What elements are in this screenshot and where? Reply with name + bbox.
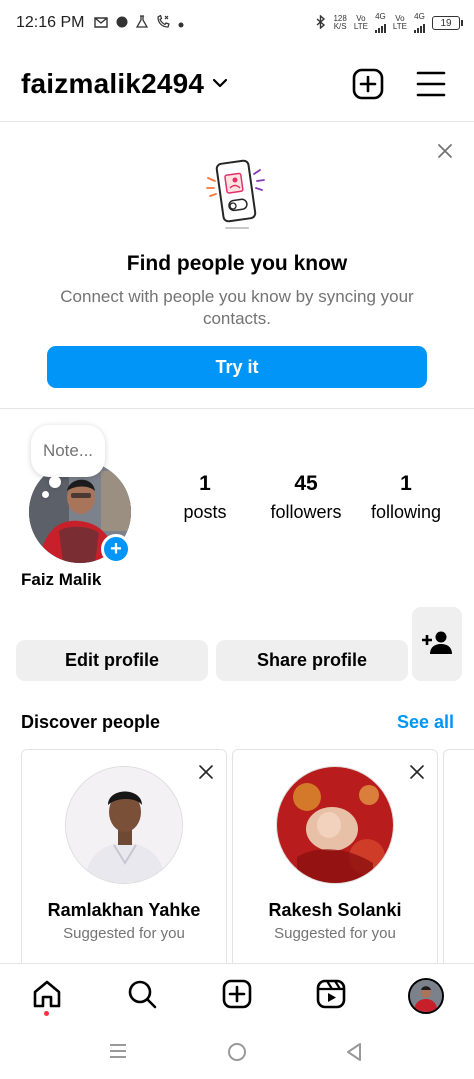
find-people-title: Find people you know <box>126 252 348 275</box>
discover-people-toggle-button[interactable] <box>412 607 462 681</box>
battery-icon: 19 <box>432 16 463 30</box>
stat-posts[interactable]: 1 posts <box>181 472 229 523</box>
home-icon <box>32 979 62 1014</box>
suggestion-avatar[interactable] <box>65 766 183 884</box>
chevron-down-icon[interactable] <box>212 76 228 94</box>
sim2-volte-bottom: LTE <box>392 22 407 31</box>
missed-call-icon <box>156 14 171 31</box>
suggestion-subtitle: Suggested for you <box>274 925 396 942</box>
app-notification-icon <box>116 16 128 31</box>
signal-bars-icon <box>374 21 386 33</box>
stat-following[interactable]: 1 following <box>363 472 449 523</box>
reels-tab[interactable] <box>313 978 349 1014</box>
find-people-subtitle: Connect with people you know by syncing … <box>60 287 414 328</box>
suggestion-card[interactable]: Rakesh Solanki Suggested for you <box>232 749 438 969</box>
bottom-tab-bar <box>0 963 474 1027</box>
share-profile-button[interactable]: Share profile <box>216 640 408 681</box>
see-all-link[interactable]: See all <box>397 712 454 733</box>
reels-icon <box>316 979 346 1014</box>
new-post-icon[interactable] <box>352 68 384 105</box>
dismiss-suggestion-icon[interactable] <box>409 764 425 785</box>
status-bar: 12:16 PM 128 K/S Vo LTE 4G Vo LTE 4G 19 <box>0 0 474 46</box>
note-placeholder: Note... <box>42 441 94 460</box>
suggestion-name[interactable]: Rakesh Solanki <box>233 900 437 921</box>
network-speed: 128 K/S <box>333 15 346 31</box>
close-icon[interactable] <box>436 142 454 165</box>
sim1-volte-bottom: LTE <box>353 22 368 31</box>
stat-posts-label: posts <box>183 502 227 522</box>
sim2-network-type: 4G <box>414 12 425 21</box>
sim1-signal: 4G <box>374 12 386 33</box>
stat-followers-label: followers <box>270 502 342 522</box>
suggestion-name[interactable]: Ramlakhan Yahke <box>22 900 226 921</box>
stat-posts-value: 1 <box>199 472 211 495</box>
create-tab[interactable] <box>219 978 255 1014</box>
search-icon <box>127 979 157 1014</box>
contacts-phone-icon <box>204 158 270 237</box>
bluetooth-icon <box>316 14 326 31</box>
home-notification-dot <box>44 1011 49 1016</box>
dismiss-suggestion-icon[interactable] <box>198 764 214 785</box>
network-speed-unit: K/S <box>333 22 347 31</box>
try-it-button[interactable]: Try it <box>47 346 427 388</box>
note-bubble[interactable]: Note... <box>31 425 105 477</box>
profile-display-name: Faiz Malik <box>21 570 102 589</box>
stat-following-value: 1 <box>400 472 412 495</box>
discover-people-title: Discover people <box>21 712 161 732</box>
status-time: 12:16 PM <box>16 14 85 31</box>
home-tab[interactable] <box>29 978 65 1014</box>
note-bubble-tail <box>49 476 61 488</box>
header-divider <box>0 121 474 122</box>
more-notifications-dot <box>178 16 184 31</box>
suggestion-avatar[interactable] <box>276 766 394 884</box>
account-username[interactable]: faizmalik2494 <box>21 68 204 100</box>
stat-followers[interactable]: 45 followers <box>262 472 350 523</box>
system-navigation-bar <box>0 1027 474 1079</box>
note-bubble-tail <box>42 491 49 498</box>
sim2-volte: Vo LTE <box>393 15 407 31</box>
profile-avatar <box>408 978 444 1014</box>
profile-header: faizmalik2494 <box>0 56 474 112</box>
recent-apps-icon[interactable] <box>108 1041 128 1066</box>
battery-level: 19 <box>440 17 452 29</box>
suggestion-subtitle: Suggested for you <box>63 925 185 942</box>
add-person-icon <box>422 630 452 659</box>
gmail-icon <box>94 16 109 31</box>
home-button-icon[interactable] <box>226 1041 248 1068</box>
suggestion-card-partial[interactable] <box>443 749 474 969</box>
back-icon[interactable] <box>344 1041 364 1068</box>
card-divider <box>0 408 474 409</box>
flask-icon <box>136 15 149 31</box>
add-story-button[interactable]: + <box>101 534 131 564</box>
edit-profile-button[interactable]: Edit profile <box>16 640 208 681</box>
stat-following-label: following <box>370 502 442 522</box>
menu-icon[interactable] <box>416 70 446 103</box>
create-icon <box>222 979 252 1014</box>
sim1-volte: Vo LTE <box>354 15 368 31</box>
sim1-network-type: 4G <box>375 12 386 21</box>
sim2-signal: 4G <box>414 13 425 33</box>
suggestion-card[interactable]: Ramlakhan Yahke Suggested for you <box>21 749 227 969</box>
stat-followers-value: 45 <box>294 472 318 495</box>
search-tab[interactable] <box>124 978 160 1014</box>
profile-tab[interactable] <box>408 978 444 1014</box>
signal-bars-icon <box>414 21 425 33</box>
